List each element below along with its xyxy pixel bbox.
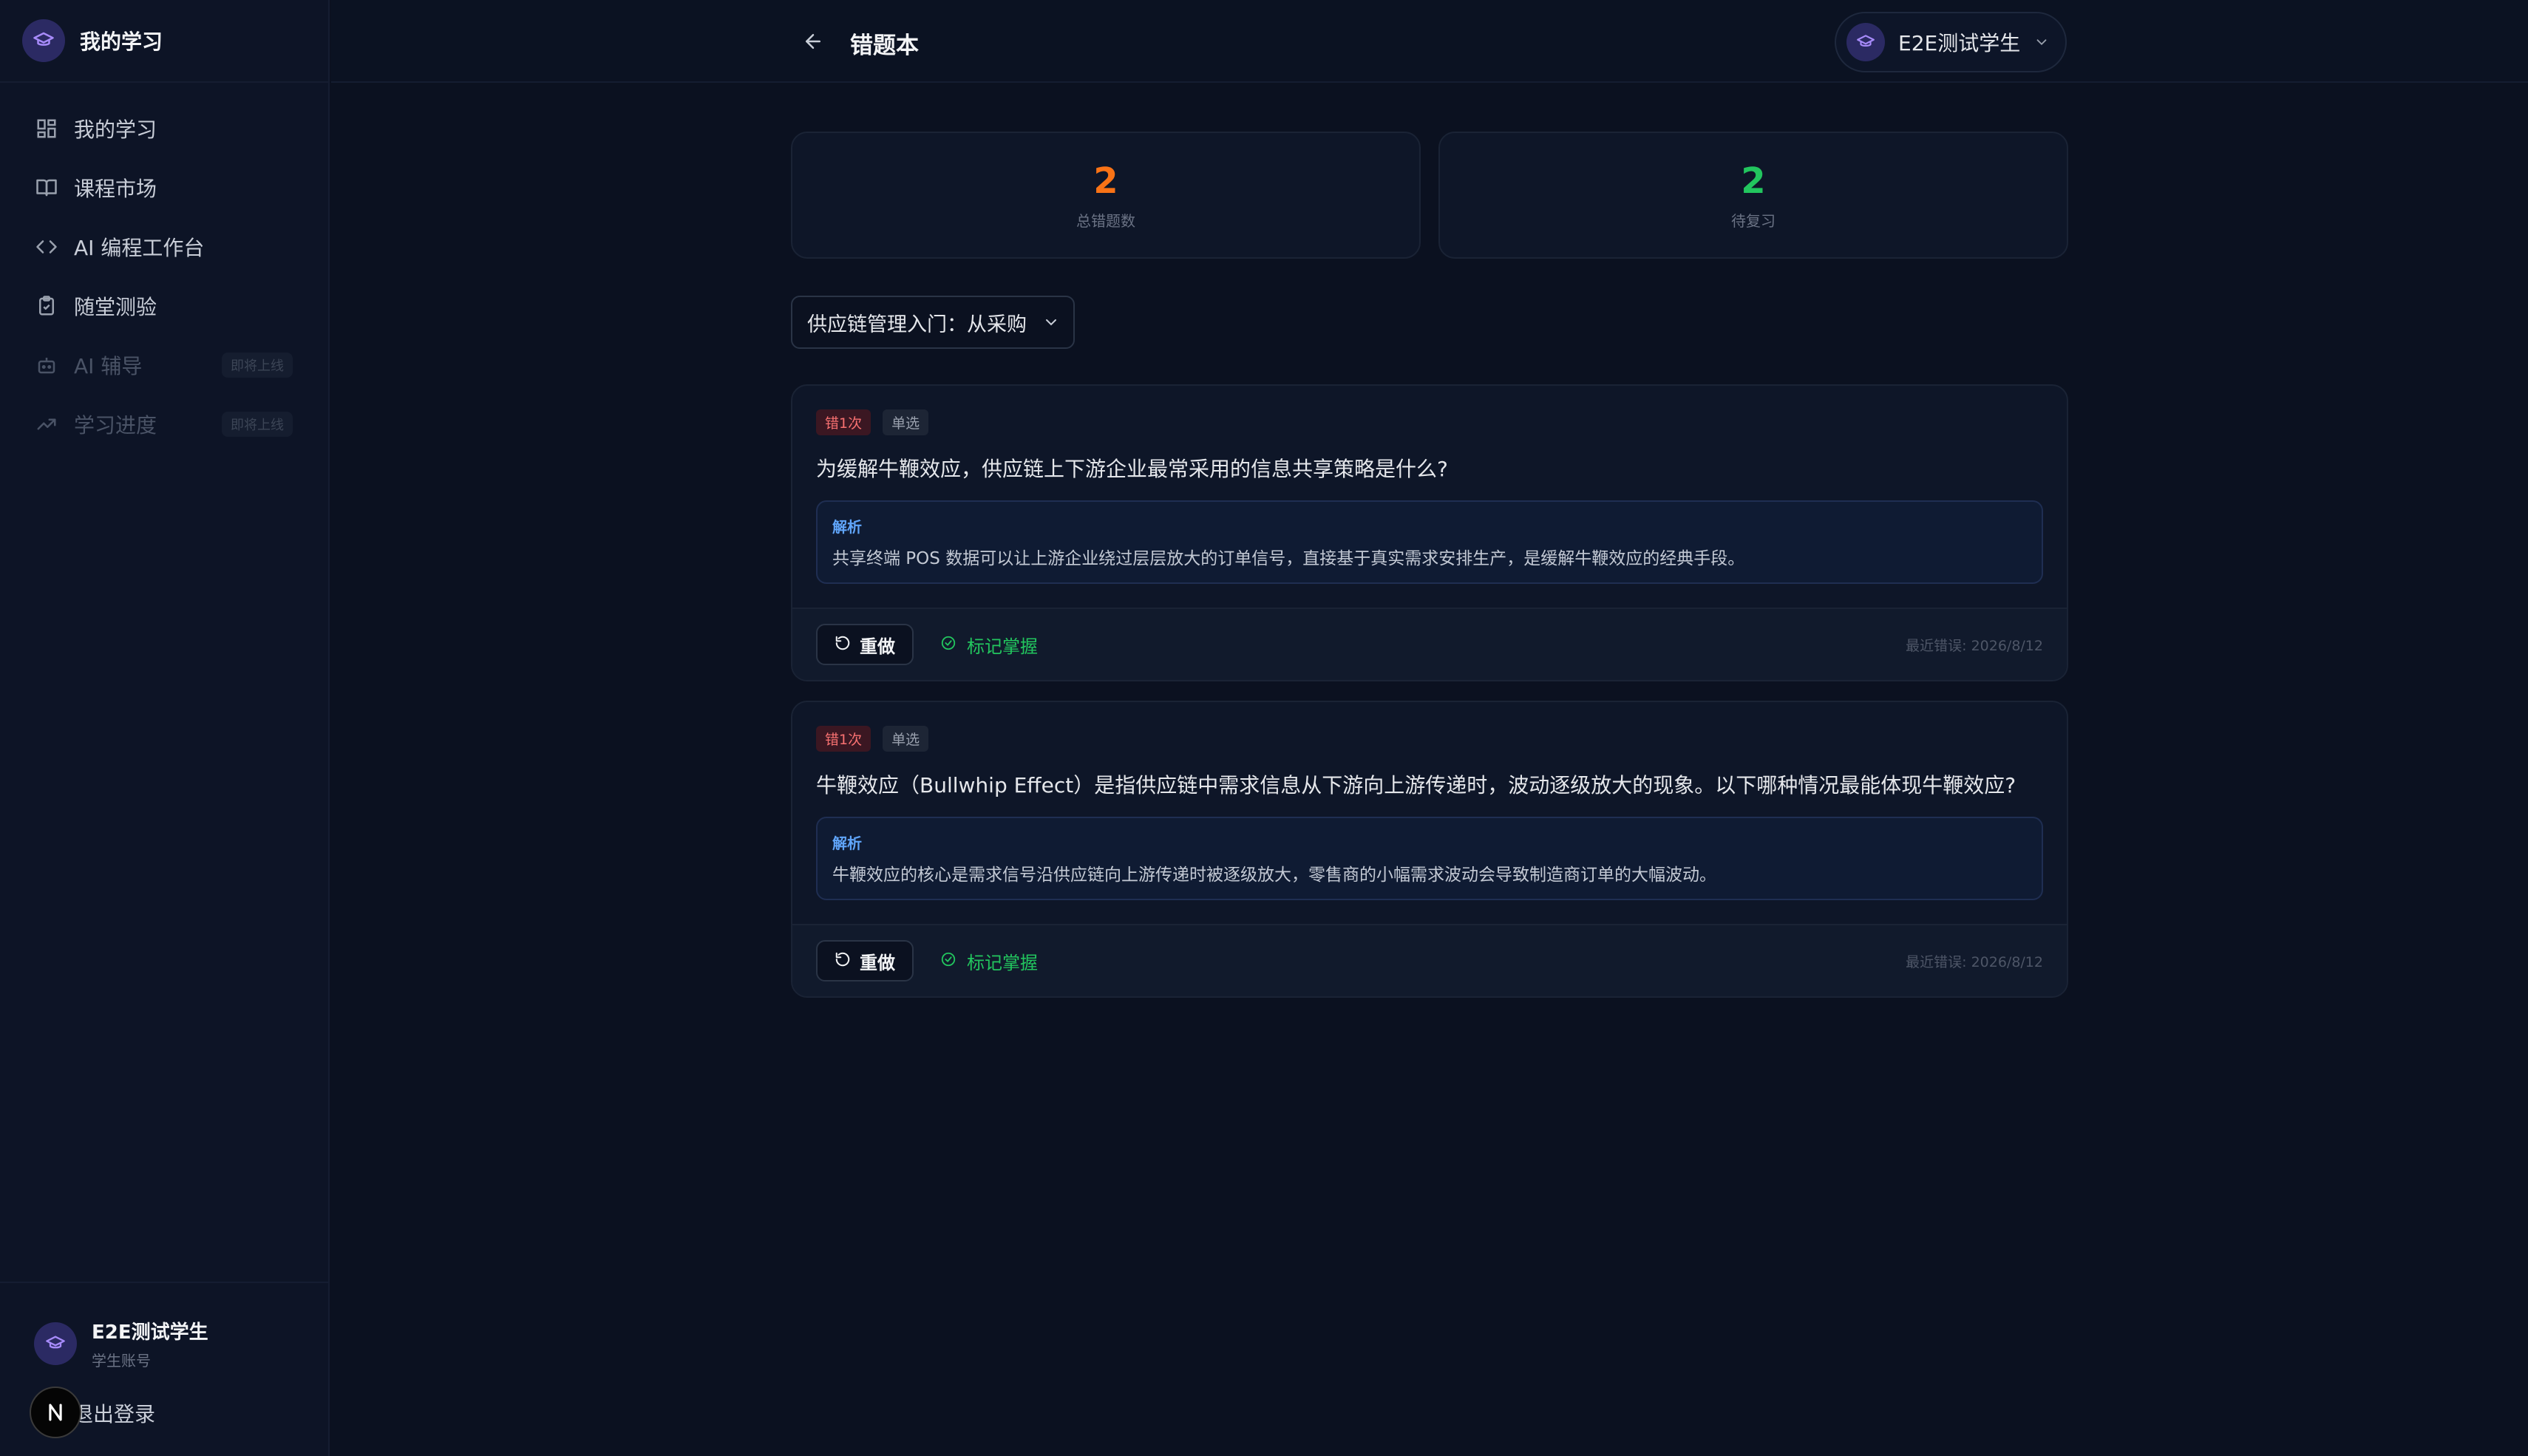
chevron-down-icon (2033, 34, 2050, 50)
last-wrong-date: 最近错误: 2026/8/12 (1906, 953, 2043, 970)
brand[interactable]: 我的学习 (0, 0, 328, 83)
chevron-down-icon (1042, 313, 1060, 331)
brand-title: 我的学习 (80, 30, 163, 54)
question-card: 错1次 单选 牛鞭效应（Bullwhip Effect）是指供应链中需求信息从下… (791, 701, 2068, 998)
avatar (34, 1322, 77, 1365)
explanation-text: 共享终端 POS 数据可以让上游企业绕过层层放大的订单信号，直接基于真实需求安排… (832, 549, 1745, 568)
sidebar-item-label: 课程市场 (74, 177, 157, 201)
sidebar-item-label: 随堂测验 (74, 295, 157, 319)
question-text: 为缓解牛鞭效应，供应链上下游企业最常采用的信息共享策略是什么? (816, 457, 1448, 481)
explanation-title: 解析 (832, 518, 862, 536)
code-icon (35, 235, 59, 259)
stat-label: 待复习 (1731, 211, 1776, 230)
question-card: 错1次 单选 为缓解牛鞭效应，供应链上下游企业最常采用的信息共享策略是什么? 解… (791, 384, 2068, 681)
stat-card-pending-review: 2 待复习 (1438, 132, 2068, 259)
explanation-text: 牛鞭效应的核心是需求信号沿供应链向上游传递时被逐级放大，零售商的小幅需求波动会导… (832, 865, 1716, 885)
sidebar-item-ai-workbench[interactable]: AI 编程工作台 (0, 217, 328, 276)
bot-icon (35, 353, 59, 377)
coming-soon-badge: 即将上线 (222, 353, 293, 378)
wrong-count-badge: 错1次 (816, 726, 871, 752)
rotate-ccw-icon (835, 635, 851, 654)
app-root: 我的学习 我的学习 课程市场 AI 编程工作台 随堂测验 AI 辅导 即将上线 … (0, 0, 2528, 1456)
mark-mastered-label: 标记掌握 (967, 636, 1038, 657)
user-menu-name: E2E测试学生 (1898, 31, 2021, 55)
mark-mastered-button[interactable]: 标记掌握 (940, 632, 1038, 658)
graduation-cap-icon (22, 19, 65, 62)
sidebar-item-label: AI 辅导 (74, 354, 143, 378)
user-menu-button[interactable]: E2E测试学生 (1835, 12, 2067, 72)
redo-button[interactable]: 重做 (816, 624, 914, 665)
logout-button[interactable]: 退出登录 (72, 1398, 155, 1428)
n-logo-icon[interactable] (30, 1387, 81, 1438)
sidebar: 我的学习 我的学习 课程市场 AI 编程工作台 随堂测验 AI 辅导 即将上线 … (0, 0, 330, 1456)
coming-soon-badge: 即将上线 (222, 412, 293, 437)
avatar (1846, 23, 1885, 61)
check-circle-icon (940, 951, 957, 970)
trending-up-icon (35, 412, 59, 436)
question-text: 牛鞭效应（Bullwhip Effect）是指供应链中需求信息从下游向上游传递时… (816, 773, 2016, 797)
course-select[interactable]: 供应链管理入门：从采购 (791, 296, 1075, 349)
sidebar-user-role: 学生账号 (92, 1352, 151, 1370)
last-wrong-date: 最近错误: 2026/8/12 (1906, 637, 2043, 654)
sidebar-nav: 我的学习 课程市场 AI 编程工作台 随堂测验 AI 辅导 即将上线 学习进度 … (0, 83, 328, 454)
redo-button[interactable]: 重做 (816, 940, 914, 982)
sidebar-item-label: 我的学习 (74, 118, 157, 142)
sidebar-item-ai-tutor: AI 辅导 即将上线 (0, 336, 328, 395)
sidebar-item-label: AI 编程工作台 (74, 236, 205, 260)
sidebar-user-section: E2E测试学生 学生账号 退出登录 (0, 1282, 328, 1456)
stat-value: 2 (1741, 160, 1766, 202)
question-type-badge: 单选 (883, 409, 929, 435)
explanation-box: 解析 共享终端 POS 数据可以让上游企业绕过层层放大的订单信号，直接基于真实需… (816, 500, 2043, 584)
redo-label: 重做 (860, 952, 895, 973)
stat-card-total-wrong: 2 总错题数 (791, 132, 1421, 259)
sidebar-item-my-learning[interactable]: 我的学习 (0, 99, 328, 158)
sidebar-item-label: 学习进度 (74, 413, 157, 438)
back-arrow-icon[interactable] (798, 27, 828, 56)
wrong-count-badge: 错1次 (816, 409, 871, 435)
main-content: 2 总错题数 2 待复习 供应链管理入门：从采购 错1次 单选 为缓解牛鞭效应，… (791, 132, 2068, 998)
grid-icon (35, 117, 59, 140)
question-footer: 重做 标记掌握 最近错误: 2026/8/12 (792, 608, 2067, 680)
sidebar-item-course-market[interactable]: 课程市场 (0, 158, 328, 217)
stat-value: 2 (1093, 160, 1118, 202)
book-open-icon (35, 176, 59, 200)
explanation-box: 解析 牛鞭效应的核心是需求信号沿供应链向上游传递时被逐级放大，零售商的小幅需求波… (816, 817, 2043, 900)
mark-mastered-label: 标记掌握 (967, 952, 1038, 973)
sidebar-item-quiz[interactable]: 随堂测验 (0, 276, 328, 336)
mark-mastered-button[interactable]: 标记掌握 (940, 948, 1038, 974)
sidebar-user: E2E测试学生 学生账号 (34, 1317, 208, 1370)
clipboard-check-icon (35, 294, 59, 318)
question-footer: 重做 标记掌握 最近错误: 2026/8/12 (792, 924, 2067, 996)
stats-row: 2 总错题数 2 待复习 (791, 132, 2068, 259)
check-circle-icon (940, 635, 957, 654)
explanation-title: 解析 (832, 834, 862, 852)
sidebar-item-progress: 学习进度 即将上线 (0, 395, 328, 454)
question-type-badge: 单选 (883, 726, 929, 752)
redo-label: 重做 (860, 636, 895, 657)
page-title: 错题本 (850, 33, 919, 59)
course-select-value: 供应链管理入门：从采购 (807, 313, 1027, 336)
top-header: 错题本 E2E测试学生 (331, 0, 2528, 83)
stat-label: 总错题数 (1076, 211, 1135, 230)
rotate-ccw-icon (835, 951, 851, 970)
sidebar-user-name: E2E测试学生 (92, 1321, 208, 1344)
